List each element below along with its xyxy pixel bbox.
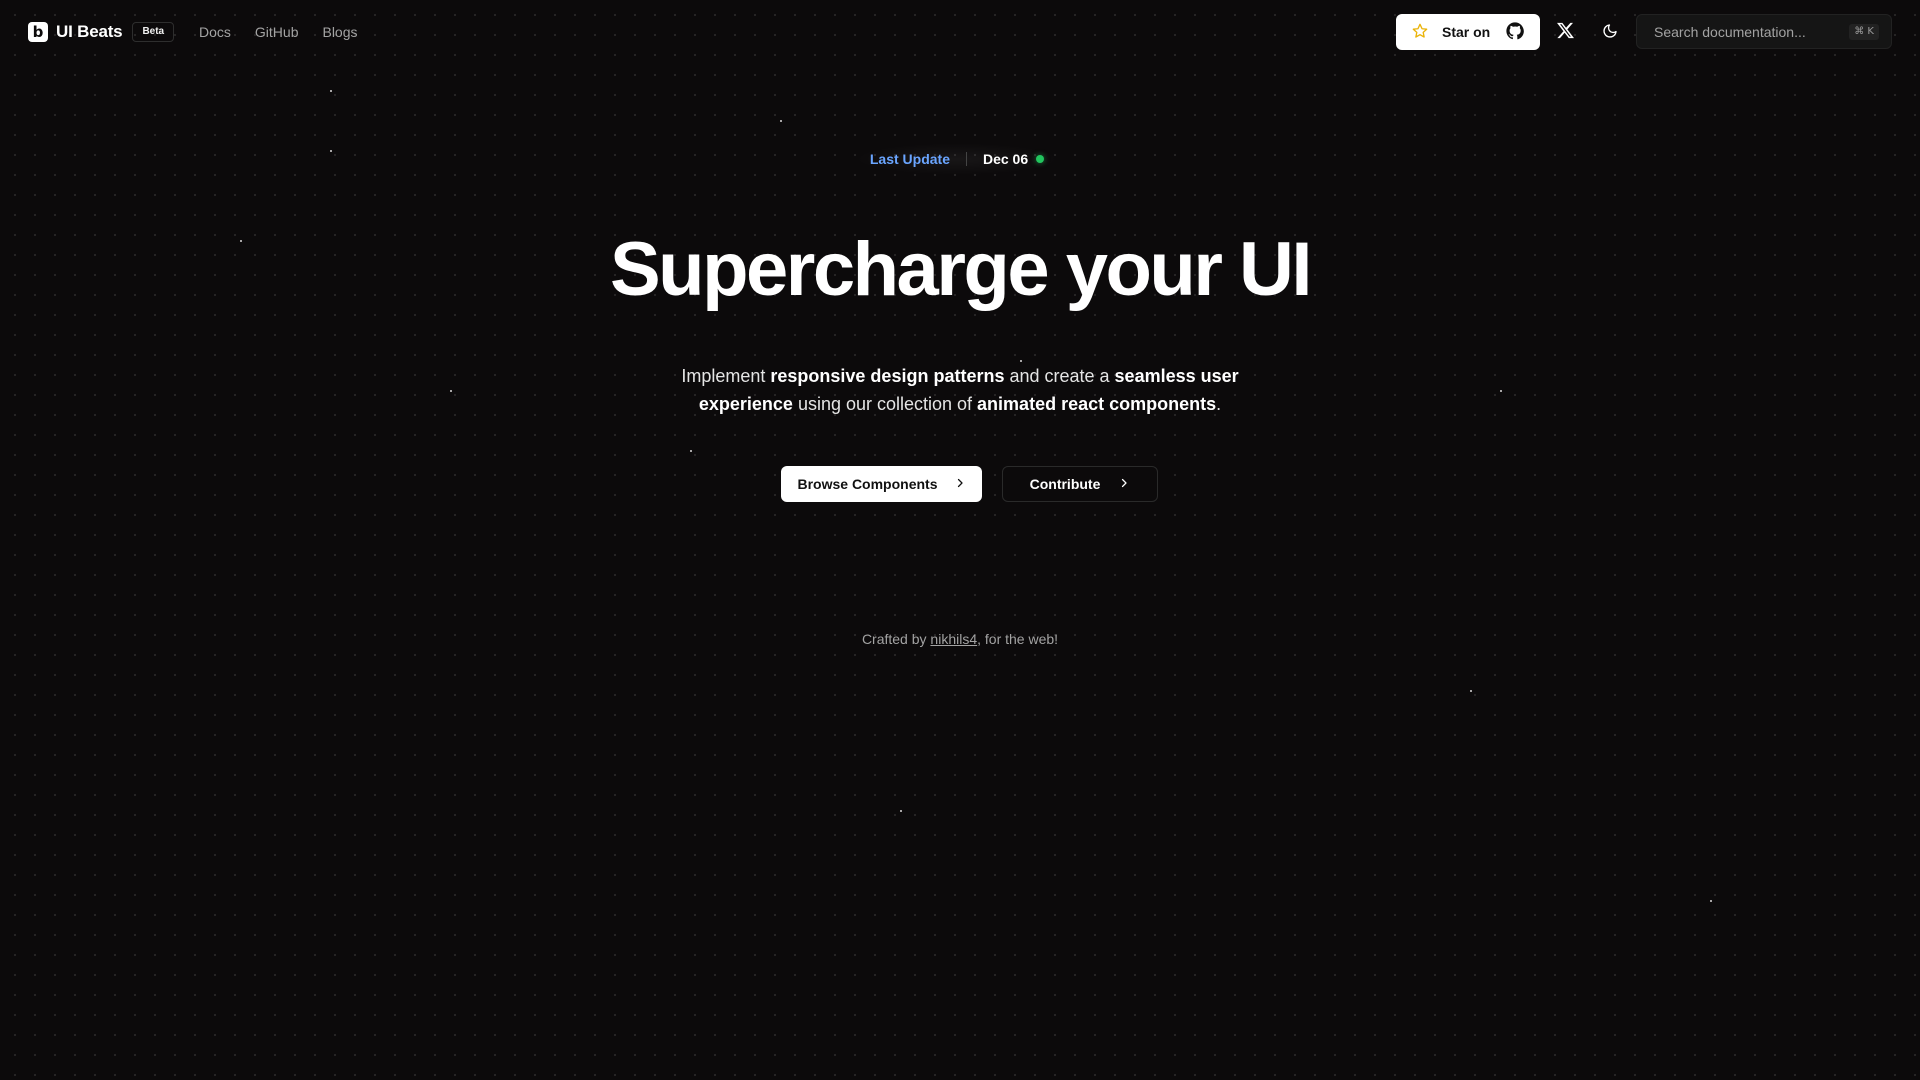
github-icon [1506,21,1524,43]
x-twitter-button[interactable] [1551,18,1579,46]
background-star [1500,390,1502,392]
background-star [450,390,452,392]
brand-name: UI Beats [56,22,123,41]
nav-link-github[interactable]: GitHub [255,23,299,41]
star-on-github-button[interactable]: Star on [1396,14,1540,50]
moon-icon [1602,23,1618,42]
search-documentation[interactable]: ⌘ K [1636,14,1892,49]
author-link[interactable]: nikhils4 [930,631,977,647]
browse-components-button[interactable]: Browse Components [781,466,982,502]
hero-title: Supercharge your UI [609,227,1313,312]
contribute-label: Contribute [1029,476,1101,492]
chevron-right-icon [954,476,966,492]
x-icon [1556,22,1574,42]
background-star [1710,900,1712,902]
last-update-date: Dec 06 [982,151,1029,167]
last-update-pill: Last Update Dec 06 [854,143,1060,175]
nav-link-blogs[interactable]: Blogs [322,23,357,41]
theme-toggle-button[interactable] [1596,18,1624,46]
background-star [330,90,332,92]
hero-subtitle: Implement responsive design patterns and… [681,366,1239,414]
top-navbar: b UI Beats Beta Docs GitHub Blogs Star o… [0,0,1920,64]
search-shortcut-badge: ⌘ K [1849,23,1879,40]
background-star [330,150,332,152]
background-star [1470,690,1472,692]
nav-links: Docs GitHub Blogs [199,23,358,41]
status-dot-icon [1036,155,1045,163]
nav-link-docs[interactable]: Docs [199,23,231,41]
browse-components-label: Browse Components [797,476,938,492]
star-icon [1412,23,1428,42]
last-update-label: Last Update [869,151,950,167]
beta-badge: Beta [132,22,175,42]
search-input[interactable] [1654,23,1850,40]
brand-logo-icon: b [28,22,48,42]
background-star [780,120,782,122]
star-on-label: Star on [1442,24,1491,40]
chevron-right-icon [1118,476,1130,492]
footer-credit: Crafted by nikhils4, for the web! [861,631,1059,647]
update-divider [965,152,967,166]
background-star [900,810,902,812]
contribute-button[interactable]: Contribute [1002,466,1158,502]
background-star [690,450,692,452]
brand-home-link[interactable]: b UI Beats Beta [28,22,175,42]
